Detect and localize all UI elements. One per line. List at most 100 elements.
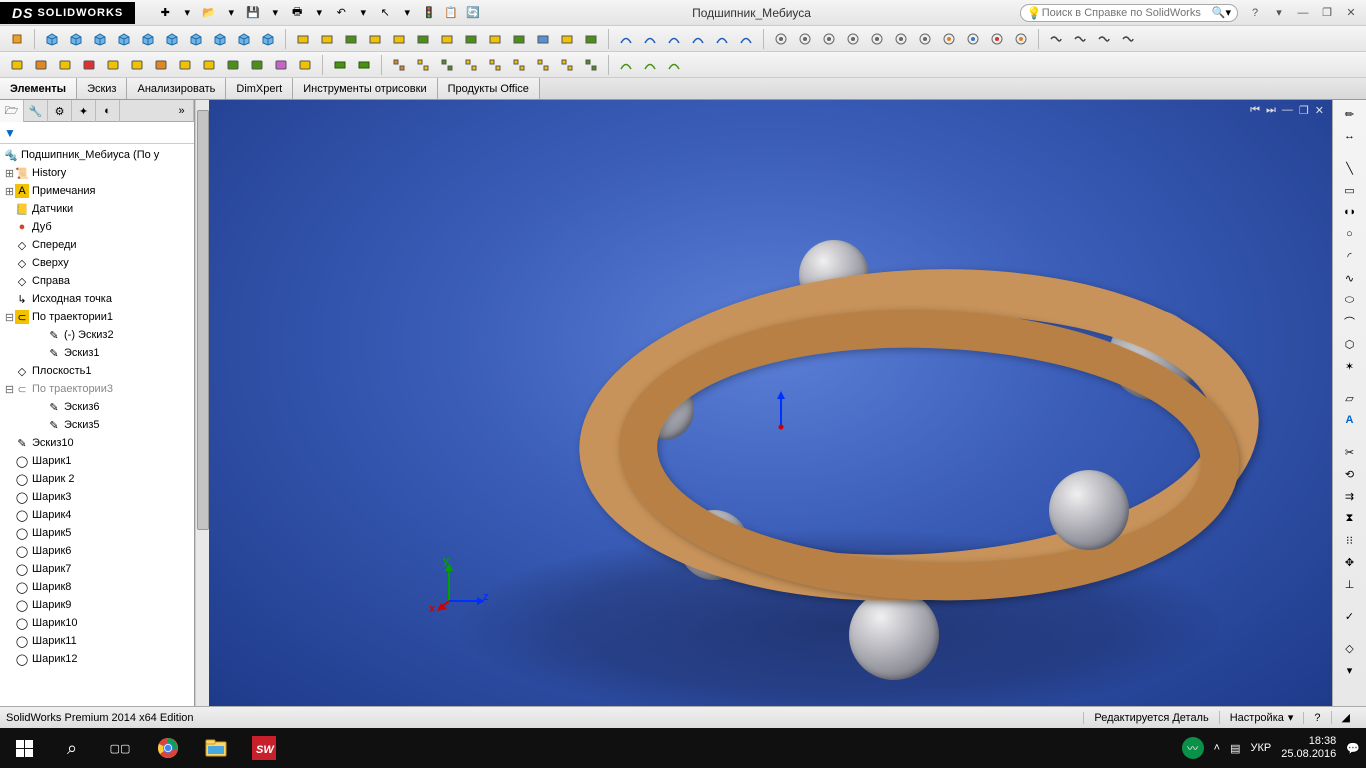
panel-scrollbar[interactable] <box>195 100 209 706</box>
cube-tool-icon[interactable] <box>209 28 231 50</box>
feature-tool-icon[interactable] <box>508 28 530 50</box>
feature2-tool-icon[interactable] <box>150 54 172 76</box>
tree-item[interactable]: ◯Шарик4 <box>0 506 194 524</box>
cube-tool-icon[interactable] <box>137 28 159 50</box>
options-button[interactable]: 📋 <box>441 3 461 23</box>
search-input[interactable] <box>1042 7 1212 19</box>
tab-office[interactable]: Продукты Office <box>438 78 540 99</box>
point-icon[interactable]: ✶ <box>1337 356 1363 376</box>
feature-tool-icon[interactable] <box>364 28 386 50</box>
tree-root[interactable]: 🔩 Подшипник_Мебиуса (По у <box>0 146 194 164</box>
dropdown-icon[interactable]: ▾ <box>1268 4 1290 22</box>
tree-item[interactable]: ◯Шарик5 <box>0 524 194 542</box>
property-tab[interactable]: 🔧 <box>24 100 48 122</box>
feature-tool-icon[interactable] <box>292 28 314 50</box>
view-tool-icon[interactable] <box>770 28 792 50</box>
vp-back-icon[interactable]: ⏮ <box>1250 104 1260 117</box>
feature2-tool-icon[interactable] <box>270 54 292 76</box>
dropdown-icon[interactable]: ▾ <box>265 3 285 23</box>
status-setting[interactable]: Настройка ▾ <box>1219 711 1304 724</box>
start-button[interactable] <box>0 728 48 768</box>
view-tool-icon[interactable] <box>842 28 864 50</box>
cube-tool-icon[interactable] <box>233 28 255 50</box>
ref-tool-icon[interactable] <box>1069 28 1091 50</box>
tree-item[interactable]: ⊟⊂По траектории1 <box>0 308 194 326</box>
search-icon[interactable]: 🔍 <box>1212 6 1226 19</box>
feature2-tool-icon[interactable] <box>294 54 316 76</box>
tree-item[interactable]: ✎Эскиз6 <box>0 398 194 416</box>
feature-tool-icon[interactable] <box>532 28 554 50</box>
feature-tool-icon[interactable] <box>388 28 410 50</box>
feature-tool-icon[interactable] <box>436 28 458 50</box>
tree-item[interactable]: ◯Шарик10 <box>0 614 194 632</box>
mirror-icon[interactable]: ⧗ <box>1337 508 1363 528</box>
polygon-icon[interactable]: ⬡ <box>1337 334 1363 354</box>
tree-item[interactable]: ✎Эскиз1 <box>0 344 194 362</box>
feature2-tool-icon[interactable] <box>198 54 220 76</box>
sketch-icon[interactable]: ✏ <box>1337 104 1363 124</box>
notifications-icon[interactable]: 💬 <box>1346 742 1360 755</box>
tray-lang[interactable]: УКР <box>1251 742 1272 754</box>
curve2-tool-icon[interactable] <box>615 54 637 76</box>
line-icon[interactable]: ╲ <box>1337 158 1363 178</box>
pattern-tool-icon[interactable] <box>436 54 458 76</box>
repair-icon[interactable]: ✓ <box>1337 606 1363 626</box>
cube-tool-icon[interactable] <box>257 28 279 50</box>
cube-tool-icon[interactable] <box>161 28 183 50</box>
text-icon[interactable]: A <box>1337 410 1363 430</box>
cube-tool-icon[interactable] <box>41 28 63 50</box>
minimize-button[interactable]: — <box>1292 4 1314 22</box>
tree-item[interactable]: ◇Спереди <box>0 236 194 254</box>
circle-icon[interactable]: ○ <box>1337 224 1363 244</box>
collapse-button[interactable]: » <box>170 100 194 122</box>
dim-icon[interactable]: ↔ <box>1337 126 1363 146</box>
config-tab[interactable]: ⚙ <box>48 100 72 122</box>
tree-item[interactable]: 📒Датчики <box>0 200 194 218</box>
expander-icon[interactable]: ⊟ <box>4 383 15 396</box>
explorer-icon[interactable] <box>192 728 240 768</box>
dropdown-icon[interactable]: ▾ <box>1225 6 1231 19</box>
dropdown-icon[interactable]: ▾ <box>177 3 197 23</box>
curve-tool-icon[interactable] <box>735 28 757 50</box>
tree-item[interactable]: ◇Справа <box>0 272 194 290</box>
dropdown-icon[interactable]: ▾ <box>397 3 417 23</box>
convert-icon[interactable]: ⟲ <box>1337 464 1363 484</box>
pattern-tool-icon[interactable] <box>388 54 410 76</box>
tab-sketch[interactable]: Эскиз <box>77 78 127 99</box>
move-icon[interactable]: ✥ <box>1337 552 1363 572</box>
tree-item[interactable]: ◯Шарик9 <box>0 596 194 614</box>
curve2-tool-icon[interactable] <box>639 54 661 76</box>
vp-close-icon[interactable]: ✕ <box>1315 104 1324 117</box>
view-tool-icon[interactable] <box>794 28 816 50</box>
view-tool-icon[interactable] <box>866 28 888 50</box>
curve-tool-icon[interactable] <box>615 28 637 50</box>
slot-icon[interactable]: ◖◗ <box>1337 202 1363 222</box>
sketch-tool-icon[interactable] <box>6 28 28 50</box>
feature2-tool-icon[interactable] <box>30 54 52 76</box>
feature-tool-icon[interactable] <box>460 28 482 50</box>
curve-tool-icon[interactable] <box>663 28 685 50</box>
assembly-tool-icon[interactable] <box>353 54 375 76</box>
pattern-tool-icon[interactable] <box>460 54 482 76</box>
feature-tree[interactable]: 🔩 Подшипник_Мебиуса (По у ⊞📜History⊞AПри… <box>0 144 194 706</box>
feature2-tool-icon[interactable] <box>174 54 196 76</box>
feature2-tool-icon[interactable] <box>78 54 100 76</box>
vp-restore-icon[interactable]: ❐ <box>1299 104 1309 117</box>
rect-icon[interactable]: ▭ <box>1337 180 1363 200</box>
status-help[interactable]: ? <box>1303 712 1330 724</box>
traffic-icon[interactable]: 🚦 <box>419 3 439 23</box>
assembly-tool-icon[interactable] <box>329 54 351 76</box>
feature-tool-icon[interactable] <box>340 28 362 50</box>
curve-tool-icon[interactable] <box>639 28 661 50</box>
status-resize-grip[interactable]: ◢ <box>1331 711 1360 724</box>
linear-pattern-icon[interactable]: ⁝⁝ <box>1337 530 1363 550</box>
curve2-tool-icon[interactable] <box>663 54 685 76</box>
dropdown-icon[interactable]: ▾ <box>221 3 241 23</box>
solidworks-task-icon[interactable]: SW <box>240 728 288 768</box>
tree-item[interactable]: ◯Шарик 2 <box>0 470 194 488</box>
dimxpert-tab[interactable]: ✦ <box>72 100 96 122</box>
chrome-icon[interactable] <box>144 728 192 768</box>
model-viewport[interactable]: ⏮ ⏭ — ❐ ✕ y z <box>209 100 1332 706</box>
plane-icon[interactable]: ▱ <box>1337 388 1363 408</box>
view-tool-icon[interactable] <box>818 28 840 50</box>
